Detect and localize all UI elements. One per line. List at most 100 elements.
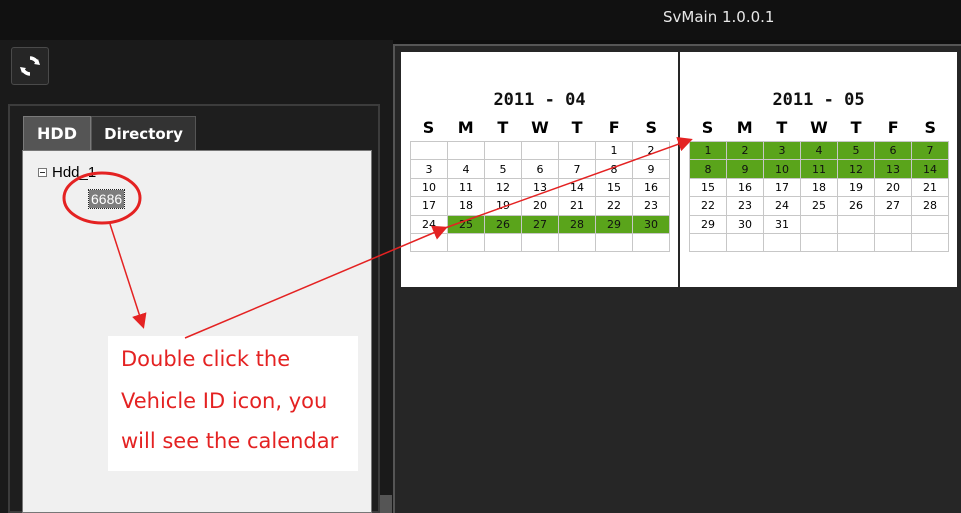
- calendar-day[interactable]: 27: [875, 197, 912, 216]
- calendar-empty-cell: [727, 233, 764, 253]
- tree-node-hdd[interactable]: Hdd_1: [38, 164, 96, 181]
- calendar-day[interactable]: 29: [596, 215, 633, 234]
- calendar-day[interactable]: 11: [801, 160, 838, 179]
- calendar-empty-cell: [522, 233, 559, 253]
- calendar-day[interactable]: 29: [690, 215, 727, 234]
- calendar-day[interactable]: 11: [448, 178, 485, 198]
- calendar-day[interactable]: 23: [727, 197, 764, 216]
- instruction-line: will see the calendar: [121, 429, 339, 453]
- calendar-day[interactable]: 12: [838, 160, 875, 179]
- calendar-day[interactable]: 21: [559, 197, 596, 216]
- calendar-day[interactable]: 3: [764, 142, 801, 161]
- weekday-label: W: [531, 118, 549, 137]
- calendar-day[interactable]: 12: [485, 178, 522, 198]
- calendar-day[interactable]: 4: [801, 142, 838, 161]
- weekday-label: F: [887, 118, 899, 137]
- calendar-grid: 1 2 3 4 5 6 7 8 9 10 11 12 13 14 15 16 17 18 19 20 21 22 23 24 2…: [689, 141, 949, 253]
- calendar-empty-cell: [912, 215, 949, 234]
- calendar-day[interactable]: 28: [559, 215, 596, 234]
- refresh-icon: [20, 56, 40, 76]
- calendar-day[interactable]: 15: [596, 178, 633, 198]
- calendar-day[interactable]: 7: [912, 142, 949, 161]
- calendar-day[interactable]: 14: [912, 160, 949, 179]
- calendar-day[interactable]: 18: [448, 197, 485, 216]
- calendar-day[interactable]: 19: [485, 197, 522, 216]
- calendar-empty-cell: [801, 233, 838, 253]
- calendar-day[interactable]: 6: [522, 160, 559, 179]
- calendar-day[interactable]: 25: [448, 215, 485, 234]
- weekday-header: SMTWTFS: [410, 118, 670, 137]
- calendar-day[interactable]: 13: [522, 178, 559, 198]
- calendar-day[interactable]: 5: [838, 142, 875, 161]
- calendar-empty-cell: [875, 215, 912, 234]
- calendar-day[interactable]: 24: [764, 197, 801, 216]
- calendar-day[interactable]: 24: [411, 215, 448, 234]
- calendar-empty-cell: [838, 215, 875, 234]
- calendar-empty-cell: [801, 215, 838, 234]
- calendar-day[interactable]: 20: [522, 197, 559, 216]
- calendar-day[interactable]: 6: [875, 142, 912, 161]
- calendar-day[interactable]: 26: [485, 215, 522, 234]
- weekday-label: S: [645, 118, 658, 137]
- calendar-empty-cell: [912, 233, 949, 253]
- calendar-day[interactable]: 30: [633, 215, 670, 234]
- calendar-day[interactable]: 16: [633, 178, 670, 198]
- tab-directory[interactable]: Directory: [91, 116, 196, 150]
- calendar-day[interactable]: 30: [727, 215, 764, 234]
- calendar-day[interactable]: 10: [764, 160, 801, 179]
- calendar-day[interactable]: 17: [411, 197, 448, 216]
- calendar-day[interactable]: 22: [690, 197, 727, 216]
- calendar-empty-cell: [875, 233, 912, 253]
- calendar-empty-cell: [411, 233, 448, 253]
- calendar-day[interactable]: 5: [485, 160, 522, 179]
- calendar-may: 2011 - 05 SMTWTFS 1 2 3 4 5 6 7 8 9 10 11 12 13 14 15 1…: [680, 52, 957, 287]
- calendar-day[interactable]: 26: [838, 197, 875, 216]
- vehicle-id-node[interactable]: 6686: [87, 189, 126, 209]
- calendar-day[interactable]: 21: [912, 178, 949, 198]
- calendar-day[interactable]: 28: [912, 197, 949, 216]
- calendar-day[interactable]: 18: [801, 178, 838, 198]
- calendar-day[interactable]: 8: [596, 160, 633, 179]
- weekday-header: SMTWTFS: [689, 118, 949, 137]
- calendar-day[interactable]: 10: [411, 178, 448, 198]
- calendar-day[interactable]: 27: [522, 215, 559, 234]
- calendar-empty-cell: [522, 142, 559, 161]
- calendar-day[interactable]: 13: [875, 160, 912, 179]
- calendar-day[interactable]: 4: [448, 160, 485, 179]
- calendar-day[interactable]: 1: [690, 142, 727, 161]
- calendar-day[interactable]: 9: [633, 160, 670, 179]
- refresh-button[interactable]: [11, 47, 49, 85]
- calendar-day[interactable]: 23: [633, 197, 670, 216]
- calendar-day[interactable]: 19: [838, 178, 875, 198]
- calendar-day[interactable]: 22: [596, 197, 633, 216]
- tab-hdd[interactable]: HDD: [23, 116, 91, 150]
- calendar-empty-cell: [559, 233, 596, 253]
- calendar-grid: 1 2 3 4 5 6 7 8 9 10 11 12 13 14 15 16 17 18 19 20 21 22 23 24 2…: [410, 141, 670, 253]
- calendar-day[interactable]: 2: [633, 142, 670, 161]
- calendar-empty-cell: [633, 233, 670, 253]
- weekday-label: M: [736, 118, 753, 137]
- calendar-day[interactable]: 8: [690, 160, 727, 179]
- weekday-label: T: [497, 118, 509, 137]
- weekday-label: T: [850, 118, 862, 137]
- calendar-day[interactable]: 20: [875, 178, 912, 198]
- calendar-day[interactable]: 2: [727, 142, 764, 161]
- calendar-day[interactable]: 3: [411, 160, 448, 179]
- calendar-day[interactable]: 1: [596, 142, 633, 161]
- calendar-day[interactable]: 17: [764, 178, 801, 198]
- calendar-empty-cell: [485, 233, 522, 253]
- weekday-label: S: [422, 118, 435, 137]
- calendar-day[interactable]: 7: [559, 160, 596, 179]
- calendar-day[interactable]: 31: [764, 215, 801, 234]
- calendar-day[interactable]: 16: [727, 178, 764, 198]
- calendar-title: 2011 - 04: [493, 90, 586, 110]
- collapse-icon[interactable]: [38, 168, 47, 177]
- calendar-day[interactable]: 15: [690, 178, 727, 198]
- calendar-day[interactable]: 9: [727, 160, 764, 179]
- instruction-line: Vehicle ID icon, you: [121, 389, 328, 413]
- panel-splitter[interactable]: [380, 495, 392, 513]
- weekday-label: W: [810, 118, 828, 137]
- title-bar: SvMain 1.0.0.1: [0, 0, 961, 40]
- calendar-day[interactable]: 14: [559, 178, 596, 198]
- calendar-day[interactable]: 25: [801, 197, 838, 216]
